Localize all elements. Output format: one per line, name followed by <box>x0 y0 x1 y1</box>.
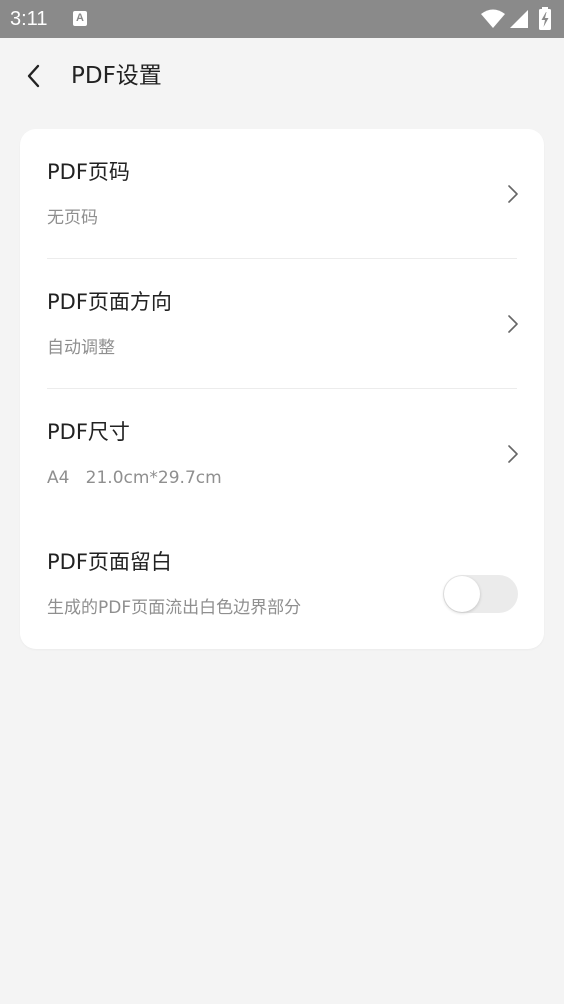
status-bar: 3:11 A <box>0 0 564 38</box>
status-icons <box>480 7 556 31</box>
setting-pdf-page-number[interactable]: PDF页码 无页码 <box>20 129 544 259</box>
chevron-right-icon <box>508 185 518 203</box>
setting-pdf-margin: PDF页面留白 生成的PDF页面流出白色边界部分 <box>20 519 544 649</box>
status-time: 3:11 <box>10 8 48 30</box>
page-title: PDF设置 <box>71 63 162 89</box>
chevron-right-icon <box>508 445 518 463</box>
setting-title: PDF页码 <box>47 160 130 184</box>
setting-value: 自动调整 <box>47 338 115 358</box>
setting-value: A4 21.0cm*29.7cm <box>47 468 222 488</box>
chevron-right-icon <box>508 315 518 333</box>
setting-title: PDF页面方向 <box>47 290 172 314</box>
setting-pdf-orientation[interactable]: PDF页面方向 自动调整 <box>20 259 544 389</box>
chevron-left-icon <box>27 64 40 88</box>
setting-title: PDF尺寸 <box>47 420 130 444</box>
wifi-icon <box>481 9 505 28</box>
notification-icon: A <box>73 11 87 26</box>
toggle-knob <box>444 576 480 612</box>
signal-icon <box>510 10 528 28</box>
battery-charging-icon <box>539 7 551 30</box>
settings-card: PDF页码 无页码 PDF页面方向 自动调整 PDF尺寸 A4 21.0cm*2… <box>20 129 544 649</box>
setting-description: 生成的PDF页面流出白色边界部分 <box>47 598 302 618</box>
app-bar: PDF设置 <box>0 38 564 114</box>
margin-toggle[interactable] <box>443 575 518 613</box>
back-button[interactable] <box>12 54 56 98</box>
setting-pdf-size[interactable]: PDF尺寸 A4 21.0cm*29.7cm <box>20 389 544 519</box>
setting-value: 无页码 <box>47 208 98 228</box>
setting-title: PDF页面留白 <box>47 550 172 574</box>
